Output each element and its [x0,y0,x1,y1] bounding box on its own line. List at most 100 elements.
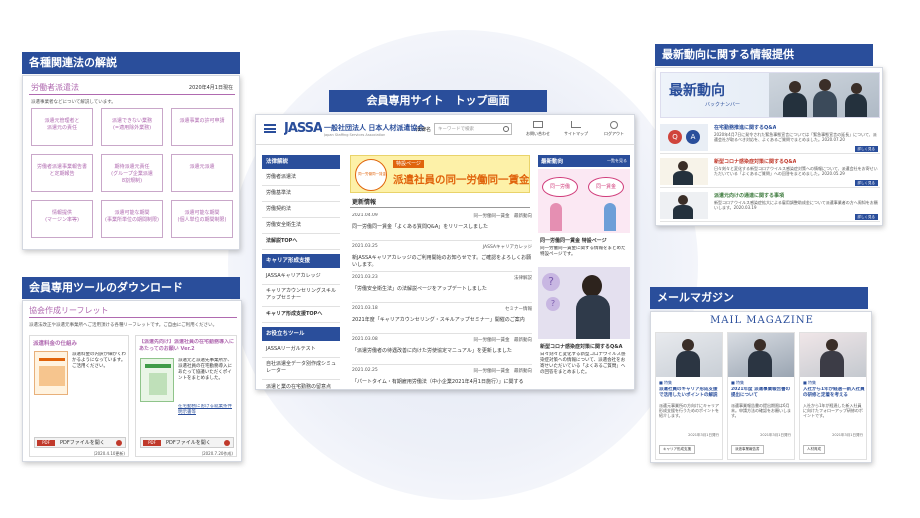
sidebar-item[interactable]: キャリア形成支援TOPへ [262,307,340,323]
trend-title[interactable]: 新型コロナ感染症対策に関するQ&A [714,158,796,165]
latest-item-title[interactable]: 同一労働同一賃金 特設ページ [540,237,630,244]
article-body: 派遣事業報告書の提出期限は6月末。申請方法の確認をお願いします。 [731,403,791,418]
article-category-button[interactable]: 派遣事業報告書 [731,445,764,454]
laws-intro: 派遣事業者などについて解説しています。 [31,100,116,105]
article-photo [800,333,866,377]
trend-body: 2020年4月7日に発令された緊急事態宣言については「緊急事態宣言の延長」につい… [714,132,877,142]
news-text[interactable]: 「労働安全衛生法」の法解説ページをアップデートしました [352,286,532,293]
latest-title: 最新動向 [541,159,564,165]
equal-pay-image[interactable]: 同一労働 同一賃金 [538,169,630,233]
nav-sitemap[interactable]: サイトマップ [558,119,594,141]
law-topic-box[interactable]: 派遣元派遣 [171,154,233,192]
sidebar-item[interactable]: 自社派遣全データ別作成シミュレーター [262,358,340,380]
member-top-screen: JASSA 一般社団法人 日本人材派遣協会 Japan Staffing Ser… [255,114,635,390]
trend-item[interactable]: 派遣元向けの通達に関する事項 新型コロナウイルス感染症拡大による雇用調整助成金につ… [660,190,880,222]
law-topic-box[interactable]: 期待派遣元責任 (グループ企業派遣 8割規制) [101,154,163,192]
law-topic-box[interactable]: 情報提供 (マージン率等) [31,200,93,238]
search-label: 法律名 [416,127,432,133]
trend-item[interactable]: 新型コロナ感染症対策に関するQ&A 日々刻々と変化する新型コロナウイルス感染症対策… [660,156,880,188]
qa-image[interactable]: ? ? [538,267,630,339]
news-category: JASSAキャリアカレッジ [482,245,532,250]
menu-icon[interactable] [264,124,276,133]
latest-header: 最新動向 一覧を見る [538,155,630,167]
search-icon[interactable] [503,126,509,132]
sidebar-item[interactable]: JASSAリーガルテスト [262,342,340,358]
person-illustration [604,203,616,231]
news-text[interactable]: 「パートタイム・有期雇用労働法（中小企業2021年4月1日施行）」に関する [352,379,532,386]
sidebar-item[interactable]: 法解説TOPへ [262,234,340,250]
org-logo[interactable]: JASSA [284,121,322,136]
law-topic-box[interactable]: 派遣元管理者と 派遣元の責任 [31,108,93,146]
trends-hero: 最新動向 バックナンバー [660,72,880,118]
latest-more-link[interactable]: 一覧を見る [607,158,627,164]
mail-article[interactable]: ■ 特集 派遣社員のキャリア形成支援で活用したいポイントの解説 派遣元事業所の方向け… [655,332,723,460]
org-subname: Japan Staffing Services Association [324,133,386,137]
law-topic-box[interactable]: 派遣事業の許可申請 [171,108,233,146]
nav-logout[interactable]: ログアウト [596,119,632,141]
mail-article[interactable]: ■ 特集 入社から1年が経過—新入社員の研修と定着を考える 入社から1年が経過した新… [799,332,867,460]
banner-headline: 派遣社員の同一労働同一賃金 [393,174,530,186]
nav-contact[interactable]: お問い合わせ [520,119,556,141]
tools-panel: 協会作成リーフレット 派遣法改正や派遣元事業所へご活用頂ける各種リーフレットです… [22,300,242,462]
hero-photo [769,73,879,117]
news-row[interactable]: 2021.04.09 同一労働同一賃金 最新動向 同一労働同一賃金「よくある質問Q&… [352,213,532,243]
sidebar-group-header: キャリア形成支援 [262,254,340,268]
leaflet-title[interactable]: 【派遣先向け】派遣社員の在宅勤務導入にあたってのお願い Ver.2 [139,339,235,353]
trend-more-button[interactable]: 詳しく見る [854,180,878,186]
tools-section-label: 会員専用ツールのダウンロード [22,277,240,299]
sidebar-item[interactable]: 派遣と業の在宅勤務の留意点 [262,380,340,389]
latest-item-body: 同一労働同一賃金に関する情報をまとめた特設ページです。 [540,246,626,257]
article-category-button[interactable]: キャリア形成支援 [659,445,695,454]
law-topic-box[interactable]: 労働者派遣事業報告書 と定期報告 [31,154,93,192]
related-doc-link[interactable]: 在宅勤務における就業条件明示書等 [178,404,234,416]
news-category: 同一労働同一賃金 最新動向 [473,369,533,374]
news-date: 2021.03.08 [352,337,378,342]
leaflet-thumbnail [140,358,174,402]
news-row[interactable]: 2021.03.25 JASSAキャリアカレッジ 新JASSAキャリアカレッジのご利… [352,244,532,274]
trend-more-button[interactable]: 詳しく見る [854,146,878,152]
law-topic-box[interactable]: 派遣できない業務 (=適用除外業務) [101,108,163,146]
leaflet-card: 派遣料金の仕組み 派遣料金の内訳が細かくわかるようになっています。ご活用ください… [29,335,129,457]
law-topic-box[interactable]: 派遣可能な期間 (個人単位の期間制限) [171,200,233,238]
news-text[interactable]: 2021年度「キャリアカウンセリング・スキルアップセミナー」開催のご案内 [352,317,532,324]
special-banner[interactable]: 同一労働同一賃金 特設ページ 派遣社員の同一労働同一賃金 [350,155,530,193]
trends-section-label: 最新動向に関する情報提供 [655,44,873,66]
article-category-button[interactable]: 人材育成 [803,445,825,454]
divider [352,271,532,272]
article-date: 2021年3月1日発行 [688,433,719,437]
news-row[interactable]: 2021.03.18 セミナー情報 2021年度「キャリアカウンセリング・スキルアッ… [352,306,532,336]
news-row[interactable]: 2021.03.08 同一労働同一賃金 最新動向「派遣労働者の待遇改善に向けた労使… [352,337,532,367]
trend-title[interactable]: 在宅勤務推進に関するQ&A [714,124,776,131]
sidebar-item[interactable]: キャリアカウンセリングスキルアップセミナー [262,285,340,307]
sidebar-item[interactable]: JASSAキャリアカレッジ [262,269,340,285]
news-row[interactable]: 2021.02.25 同一労働同一賃金 最新動向 「パートタイム・有期雇用労働法（中… [352,368,533,389]
sidebar-item[interactable]: 労働安全衛生法 [262,218,340,234]
sidebar-item[interactable]: 労働者派遣法 [262,170,340,186]
news-row[interactable]: 2021.03.23 法律解説 「労働安全衛生法」の法解説ページをアップデートしまし… [352,275,532,305]
pdf-icon: PDF [37,440,55,446]
sidebar-item[interactable]: 労働契約法 [262,202,340,218]
news-text[interactable]: 同一労働同一賃金「よくある質問Q&A」をリリースしました [352,224,532,231]
search-input[interactable]: キーワードで検索 [434,123,512,135]
open-pdf-button[interactable]: PDF PDFファイルを開く [34,437,126,448]
article-tag: ■ 特集 [803,380,817,385]
trend-title[interactable]: 派遣元向けの通達に関する事項 [714,192,784,199]
article-date: 2021年3月1日発行 [832,433,863,437]
sidebar-item[interactable]: 労働基準法 [262,186,340,202]
article-title[interactable]: 2021年度 派遣事業報告書の提出について [731,387,793,399]
article-title[interactable]: 派遣社員のキャリア形成支援で活用したいポイントの解説 [659,387,721,399]
law-topic-box[interactable]: 派遣可能な期間 (事業所単位の期間制限) [101,200,163,238]
mail-article[interactable]: ■ 特集 2021年度 派遣事業報告書の提出について 派遣事業報告書の提出期限は6月… [727,332,795,460]
mail-section-label: メールマガジン [650,287,868,309]
article-title[interactable]: 入社から1年が経過—新入社員の研修と定着を考える [803,387,865,399]
banner-sticker-text: 同一労働同一賃金 [358,172,386,176]
laws-date: 2020年4月1日現在 [188,85,233,91]
news-text[interactable]: 新JASSAキャリアカレッジのご利用開始のお知らせです。ご確認をよろしくお願いし… [352,255,532,269]
latest-item-title[interactable]: 新型コロナ感染症対策に関するQ&A [540,343,630,350]
news-text[interactable]: 「派遣労働者の待遇改善に向けた労使協定マニュアル」を更新しました [352,348,532,355]
trend-item[interactable]: Q A 在宅勤務推進に関するQ&A 2020年4月7日に発令された緊急事態宣言について… [660,122,880,154]
leaflet-title[interactable]: 派遣料金の仕組み [33,339,77,347]
trend-more-button[interactable]: 詳しく見る [854,214,878,220]
news-category: 同一労働同一賃金 最新動向 [473,338,533,343]
open-pdf-button[interactable]: PDF PDFファイルを開く [140,437,234,448]
